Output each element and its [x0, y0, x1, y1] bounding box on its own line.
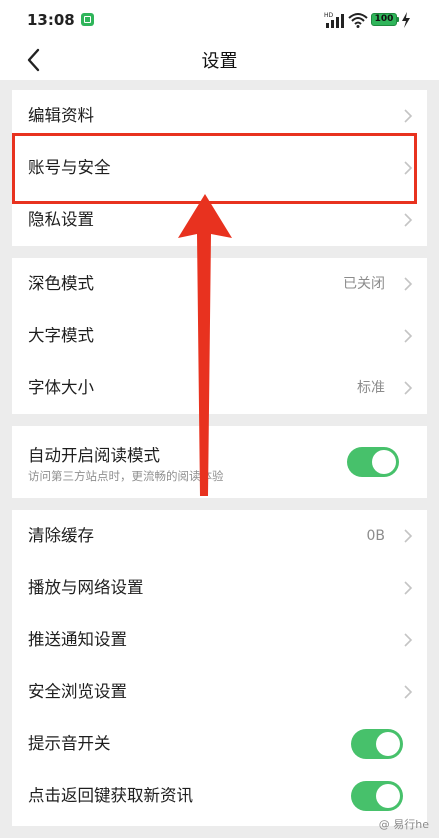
- nav-bar: 设置: [0, 40, 439, 80]
- row-push-notifications[interactable]: 推送通知设置: [12, 614, 427, 666]
- status-time: 13:08: [27, 11, 75, 29]
- chevron-right-icon: [404, 529, 413, 543]
- chevron-right-icon: [404, 633, 413, 647]
- chevron-right-icon: [404, 381, 413, 395]
- chevron-right-icon: [404, 581, 413, 595]
- row-label: 安全浏览设置: [28, 682, 127, 701]
- chevron-right-icon: [404, 685, 413, 699]
- watermark: @ 易行he: [378, 818, 429, 831]
- signal-icon: HD: [324, 12, 344, 28]
- toggle-knob: [376, 732, 400, 756]
- settings-group-general: 清除缓存 0B 播放与网络设置 推送通知设置 安全浏览设置 提示音开关 点击返回…: [12, 510, 427, 826]
- back-refresh-toggle[interactable]: [351, 781, 403, 811]
- row-label: 字体大小: [28, 378, 94, 397]
- page-title: 设置: [201, 51, 238, 72]
- app-notification-icon: [81, 13, 94, 26]
- row-safe-browsing[interactable]: 安全浏览设置: [12, 666, 427, 718]
- wifi-icon: [348, 13, 368, 28]
- toggle-knob: [372, 450, 396, 474]
- row-back-refresh: 点击返回键获取新资讯: [12, 770, 427, 822]
- chevron-right-icon: [404, 213, 413, 227]
- row-label: 清除缓存: [28, 526, 94, 545]
- row-playback-network[interactable]: 播放与网络设置: [12, 562, 427, 614]
- row-label: 播放与网络设置: [28, 578, 144, 597]
- row-value: 已关闭: [343, 276, 385, 292]
- charging-icon: [402, 12, 410, 28]
- row-label: 点击返回键获取新资讯: [28, 786, 193, 805]
- sound-toggle[interactable]: [351, 729, 403, 759]
- row-label: 提示音开关: [28, 734, 111, 753]
- status-bar: 13:08 HD 100: [0, 0, 439, 40]
- svg-text:HD: HD: [324, 12, 334, 19]
- battery-icon: 100: [371, 13, 397, 26]
- row-sound-toggle: 提示音开关: [12, 718, 427, 770]
- row-value: 0B: [366, 528, 385, 544]
- toggle-knob: [376, 784, 400, 808]
- row-label: 推送通知设置: [28, 630, 127, 649]
- chevron-right-icon: [404, 277, 413, 291]
- row-value: 标准: [357, 380, 385, 396]
- battery-tip: [397, 17, 399, 22]
- annotation-arrow-icon: [178, 194, 232, 496]
- row-label: 自动开启阅读模式: [28, 446, 160, 465]
- chevron-right-icon: [404, 329, 413, 343]
- chevron-right-icon: [404, 109, 413, 123]
- reading-mode-toggle[interactable]: [347, 447, 399, 477]
- row-clear-cache[interactable]: 清除缓存 0B: [12, 510, 427, 562]
- row-label: 大字模式: [28, 326, 94, 345]
- row-label: 深色模式: [28, 274, 94, 293]
